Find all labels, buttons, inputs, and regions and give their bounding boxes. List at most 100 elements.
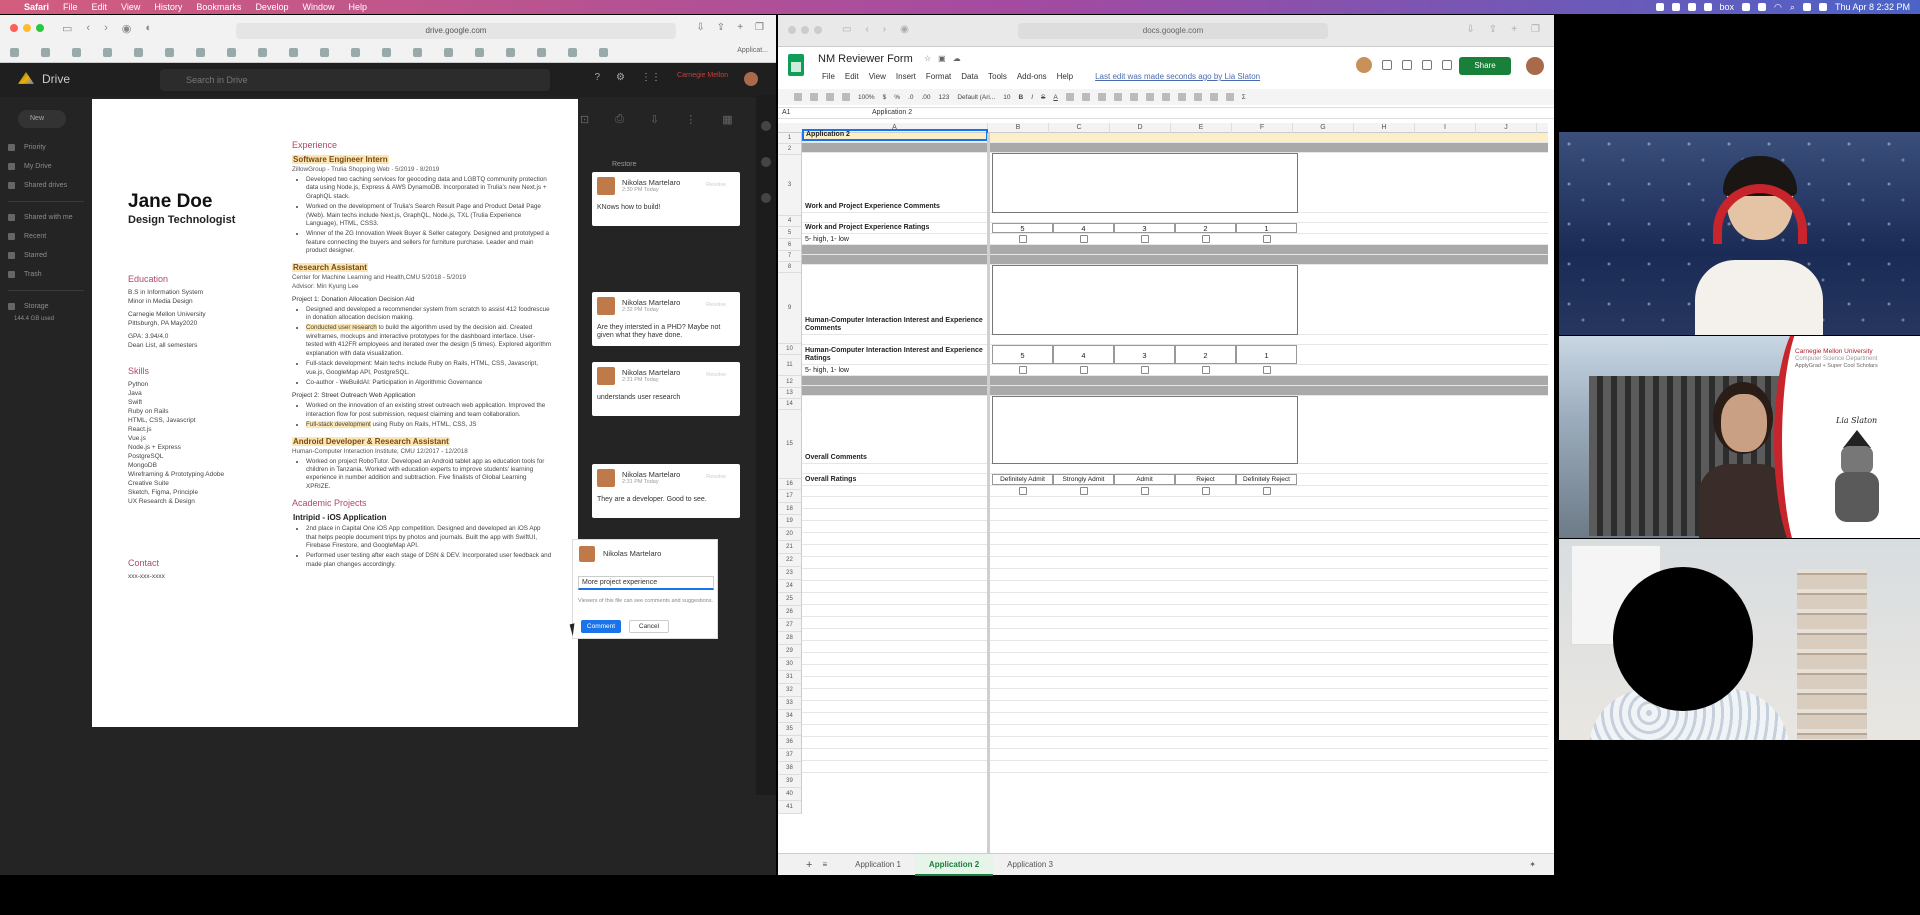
row-header[interactable]: 33 [778, 697, 801, 710]
favorite-icon[interactable] [537, 48, 546, 57]
row-header[interactable]: 8 [778, 262, 801, 273]
resolve-button[interactable]: Resolve [706, 372, 726, 378]
row-header[interactable]: 32 [778, 684, 801, 697]
checkbox-hci-3[interactable] [1141, 366, 1149, 374]
checkbox-work-3[interactable] [1141, 235, 1149, 243]
sidebar-item-recent[interactable]: Recent [0, 227, 92, 246]
tab-application-3[interactable]: Application 3 [993, 854, 1067, 876]
tab-overview-icon[interactable]: ❐ [1531, 24, 1540, 35]
box-icon[interactable]: box [1720, 2, 1735, 12]
sheet-row[interactable] [802, 749, 1548, 761]
menubar-app-name[interactable]: Safari [24, 2, 49, 12]
close-window-button[interactable] [10, 24, 18, 32]
row-header[interactable]: 34 [778, 710, 801, 723]
row-header[interactable]: 12 [778, 376, 801, 388]
zoom-window-button[interactable] [814, 26, 822, 34]
sheet-row[interactable] [802, 701, 1548, 713]
favorite-icon[interactable] [72, 48, 81, 57]
row-header[interactable]: 30 [778, 658, 801, 671]
keep-icon[interactable] [761, 157, 771, 167]
menu-format[interactable]: Format [926, 72, 951, 81]
checkbox-reject[interactable] [1202, 487, 1210, 495]
comment-icon[interactable] [1193, 93, 1202, 101]
checkbox-definitely-reject[interactable] [1263, 487, 1271, 495]
comment-add-icon[interactable]: ⊡ [580, 113, 589, 129]
highlighted-text[interactable]: Conducted user research [306, 324, 377, 332]
undo-icon[interactable] [794, 93, 802, 101]
work-comments-box[interactable] [992, 153, 1298, 213]
valign-icon[interactable] [1129, 93, 1138, 101]
tab-applications[interactable]: Applicat... [737, 47, 768, 54]
wrap-icon[interactable] [1145, 93, 1154, 101]
checkbox-hci-4[interactable] [1080, 366, 1088, 374]
menubar-help[interactable]: Help [348, 2, 367, 12]
formula-input[interactable]: Application 2 [872, 108, 912, 118]
checkbox-work-2[interactable] [1202, 235, 1210, 243]
explore-icon[interactable]: ✦ [1529, 860, 1536, 869]
comment-card[interactable]: Nikolas Martelaro 2:31 PM Today Resolve … [592, 362, 740, 416]
sidebar-item-storage[interactable]: Storage [0, 297, 92, 316]
frozen-column-divider[interactable] [987, 133, 990, 853]
row-header[interactable]: 28 [778, 632, 801, 645]
row-header[interactable]: 15 [778, 410, 801, 479]
column-header[interactable]: H [1354, 123, 1415, 133]
more-icon[interactable]: ⋮ [685, 113, 696, 129]
minimize-window-button[interactable] [801, 26, 809, 34]
sheet-row-6[interactable]: 5- high, 1- low [802, 234, 1548, 245]
sheet-row-1[interactable]: Application 2 [802, 129, 1548, 143]
favorite-icon[interactable] [196, 48, 205, 57]
favorite-icon[interactable] [382, 48, 391, 57]
checkbox-work-1[interactable] [1263, 235, 1271, 243]
row-header[interactable]: 9 [778, 273, 801, 344]
share-icon[interactable]: ⇪ [717, 22, 725, 33]
functions-icon[interactable]: Σ [1242, 94, 1246, 101]
menubar-develop[interactable]: Develop [255, 2, 288, 12]
sheet-row[interactable] [802, 737, 1548, 749]
sidebar-item-priority[interactable]: Priority [0, 138, 92, 157]
resolve-button[interactable]: Resolve [706, 302, 726, 308]
percent-format-button[interactable]: % [894, 94, 900, 101]
resolve-button[interactable]: Resolve [706, 182, 726, 188]
meet-icon[interactable] [1442, 60, 1452, 70]
star-icon[interactable]: ☆ [924, 54, 931, 63]
menubar-view[interactable]: View [121, 2, 140, 12]
print-icon[interactable] [826, 93, 834, 101]
drive-logo[interactable]: Drive [18, 72, 70, 86]
status-icon[interactable] [1758, 3, 1767, 11]
new-tab-icon[interactable]: + [1511, 24, 1517, 35]
tab-overview-icon[interactable]: ❐ [755, 22, 764, 33]
sheet-row[interactable] [802, 509, 1548, 521]
forward-icon[interactable]: › [104, 22, 108, 35]
comments-icon[interactable] [1422, 60, 1432, 70]
menu-tools[interactable]: Tools [988, 72, 1007, 81]
sheet-row-5[interactable]: Work and Project Experience Ratings 5 4 … [802, 223, 1548, 234]
sheet-row[interactable] [802, 677, 1548, 689]
row-header[interactable]: 18 [778, 503, 801, 515]
decrease-decimal-button[interactable]: .0 [908, 94, 913, 101]
hci-comments-box[interactable] [992, 265, 1298, 335]
link-icon[interactable] [1177, 93, 1186, 101]
row-header[interactable]: 13 [778, 388, 801, 399]
row-header[interactable]: 19 [778, 515, 801, 528]
chart-icon[interactable] [1209, 93, 1218, 101]
highlighted-text[interactable]: Full-stack development [306, 421, 371, 429]
row-header[interactable]: 16 [778, 479, 801, 490]
sheet-row-18[interactable] [802, 486, 1548, 497]
sheet-row[interactable] [802, 689, 1548, 701]
back-icon[interactable]: ‹ [86, 22, 90, 35]
sidebar-item-starred[interactable]: Starred [0, 246, 92, 265]
address-bar[interactable]: drive.google.com [236, 23, 676, 39]
column-header[interactable]: B [988, 123, 1049, 133]
checkbox-definitely-admit[interactable] [1019, 487, 1027, 495]
cloud-icon[interactable]: ☁ [953, 54, 961, 63]
sheet-row-17[interactable]: Overall Ratings Definitely Admit Strongl… [802, 474, 1548, 486]
fill-color-icon[interactable] [1065, 93, 1074, 101]
sidebar-item-shared-drives[interactable]: Shared drives [0, 176, 92, 195]
share-button[interactable]: Share [1459, 57, 1511, 75]
row-header[interactable]: 17 [778, 490, 801, 503]
menubar-file[interactable]: File [63, 2, 78, 12]
overall-comments-box[interactable] [992, 396, 1298, 464]
favorite-icon[interactable] [475, 48, 484, 57]
sheet-row[interactable] [802, 725, 1548, 737]
menubar-edit[interactable]: Edit [92, 2, 108, 12]
